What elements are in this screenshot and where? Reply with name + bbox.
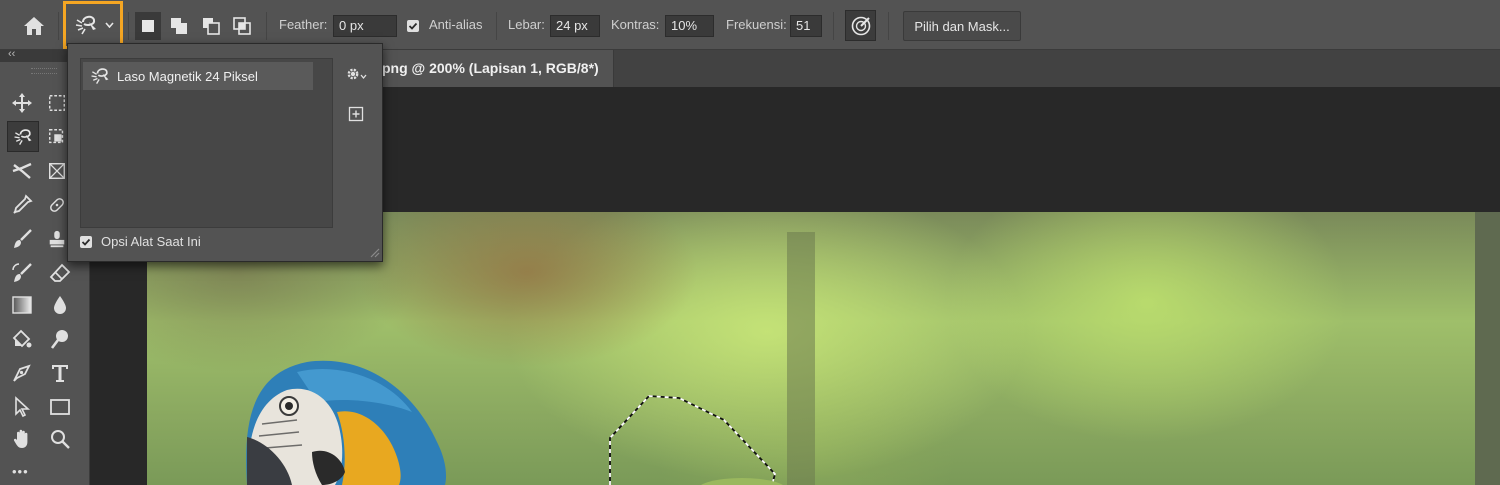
pen-tool[interactable] bbox=[8, 359, 36, 387]
feather-label: Feather: bbox=[279, 17, 328, 32]
select-and-mask-label: Pilih dan Mask... bbox=[914, 18, 1010, 34]
antialias-checkbox[interactable] bbox=[407, 20, 419, 32]
new-selection-button[interactable] bbox=[135, 12, 161, 40]
eraser-tool[interactable] bbox=[47, 259, 73, 287]
magnetic-lasso-icon bbox=[91, 68, 109, 84]
intersect-selection-button[interactable] bbox=[229, 12, 255, 40]
paint-bucket-icon bbox=[12, 329, 32, 348]
contrast-label: Kontras: bbox=[611, 17, 660, 32]
rectangle-tool[interactable] bbox=[47, 393, 73, 421]
select-and-mask-button[interactable]: Pilih dan Mask... bbox=[903, 11, 1021, 41]
hand-icon bbox=[13, 429, 28, 448]
pen-pressure-icon bbox=[851, 16, 870, 35]
dodge-icon bbox=[50, 330, 68, 349]
healing-brush-tool[interactable] bbox=[47, 191, 67, 219]
add-to-selection-icon bbox=[171, 18, 187, 34]
lasso-tool[interactable] bbox=[7, 121, 39, 152]
chevron-down-icon bbox=[104, 22, 114, 28]
feather-input[interactable]: 0 px bbox=[333, 15, 397, 37]
gradient-tool[interactable] bbox=[8, 291, 36, 319]
current-tool-only-label: Opsi Alat Saat Ini bbox=[101, 234, 201, 249]
intersect-selection-icon bbox=[233, 17, 251, 35]
frame-icon bbox=[49, 163, 65, 179]
antialias-label: Anti-alias bbox=[429, 17, 483, 32]
new-selection-icon bbox=[142, 20, 154, 32]
dodge-tool[interactable] bbox=[47, 325, 73, 353]
preset-settings-button[interactable] bbox=[345, 66, 369, 84]
width-input[interactable]: 24 px bbox=[550, 15, 600, 37]
subtract-from-selection-icon bbox=[203, 18, 220, 35]
home-button[interactable] bbox=[18, 12, 50, 40]
new-tool-preset-button[interactable] bbox=[348, 106, 364, 122]
stamp-icon bbox=[49, 230, 65, 248]
more-tools-button[interactable]: ••• bbox=[12, 464, 29, 479]
magnifier-icon bbox=[51, 430, 70, 449]
pen-icon bbox=[12, 364, 31, 382]
arrow-cursor-icon bbox=[15, 396, 31, 418]
history-brush-icon bbox=[12, 263, 32, 282]
bandage-icon bbox=[50, 198, 64, 212]
color-replacement-tool[interactable] bbox=[8, 325, 36, 353]
object-selection-tool[interactable] bbox=[47, 123, 67, 151]
gradient-icon bbox=[12, 296, 32, 314]
marquee-tool[interactable] bbox=[47, 89, 67, 117]
zoom-tool[interactable] bbox=[47, 425, 73, 453]
type-icon bbox=[52, 365, 68, 382]
home-icon bbox=[24, 17, 44, 35]
current-tool-only-checkbox[interactable] bbox=[80, 236, 92, 248]
move-icon bbox=[12, 93, 32, 113]
move-tool[interactable] bbox=[8, 89, 36, 117]
width-label: Lebar: bbox=[508, 17, 545, 32]
tool-preset-name: Laso Magnetik 24 Piksel bbox=[117, 69, 258, 84]
object-selection-icon bbox=[49, 129, 64, 144]
brush-tool[interactable] bbox=[8, 225, 36, 253]
pen-pressure-button[interactable] bbox=[845, 10, 876, 41]
rectangle-icon bbox=[50, 399, 70, 415]
crop-icon bbox=[12, 162, 32, 179]
path-selection-tool[interactable] bbox=[8, 393, 36, 421]
eraser-icon bbox=[49, 263, 71, 282]
type-tool[interactable] bbox=[47, 359, 73, 387]
frame-tool[interactable] bbox=[47, 157, 67, 185]
add-to-selection-button[interactable] bbox=[166, 12, 192, 40]
rectangular-marquee-icon bbox=[49, 95, 65, 111]
clone-stamp-tool[interactable] bbox=[47, 225, 67, 253]
checkmark-icon bbox=[408, 22, 418, 30]
water-drop-icon bbox=[54, 296, 66, 314]
tool-preset-panel: Laso Magnetik 24 Piksel Opsi Alat Saat I… bbox=[67, 43, 383, 262]
tool-preset-list[interactable]: Laso Magnetik 24 Piksel bbox=[80, 58, 333, 228]
tool-preset-picker[interactable] bbox=[63, 1, 123, 49]
brush-icon bbox=[14, 229, 32, 248]
tool-preset-item[interactable]: Laso Magnetik 24 Piksel bbox=[83, 62, 313, 90]
add-preset-icon bbox=[348, 106, 364, 122]
blur-tool[interactable] bbox=[47, 291, 73, 319]
magnetic-lasso-icon bbox=[75, 15, 96, 35]
history-brush-tool[interactable] bbox=[8, 259, 36, 287]
subtract-from-selection-button[interactable] bbox=[198, 12, 224, 40]
hand-tool[interactable] bbox=[8, 425, 36, 453]
frequency-input[interactable]: 51 bbox=[790, 15, 822, 37]
toolbar-grip bbox=[31, 68, 57, 74]
frequency-label: Frekuensi: bbox=[726, 17, 787, 32]
crop-tool[interactable] bbox=[8, 157, 36, 185]
eyedropper-icon bbox=[13, 194, 33, 214]
contrast-input[interactable]: 10% bbox=[665, 15, 714, 37]
checkmark-icon bbox=[81, 238, 91, 246]
document-tab-title: png @ 200% (Lapisan 1, RGB/8*) bbox=[382, 60, 599, 76]
eyedropper-tool[interactable] bbox=[8, 191, 36, 219]
collapse-toolbar-button[interactable]: ‹‹ bbox=[8, 48, 15, 60]
magnetic-lasso-icon bbox=[14, 128, 32, 145]
gear-icon bbox=[347, 68, 367, 80]
resize-grip-icon[interactable] bbox=[368, 246, 380, 258]
